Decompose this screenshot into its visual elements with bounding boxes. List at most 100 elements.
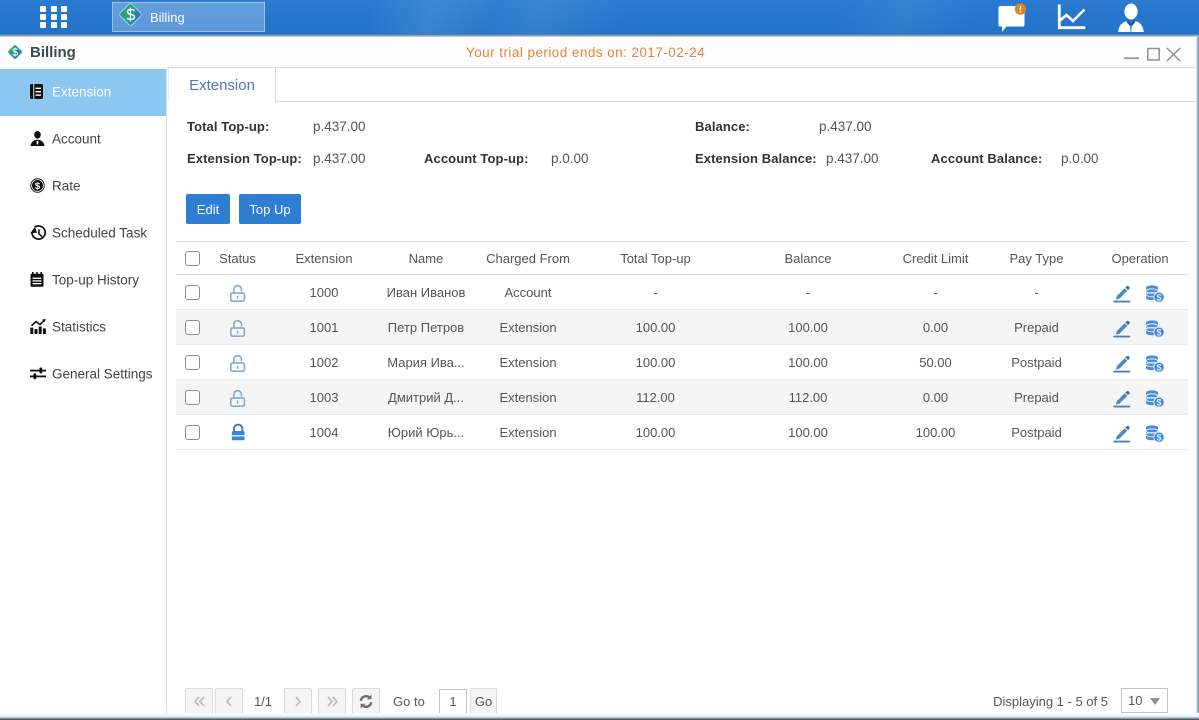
first-page-button[interactable] <box>185 688 213 715</box>
edit-icon[interactable] <box>1113 285 1132 303</box>
stat-value: p.437.00 <box>313 119 366 134</box>
column-header-balance: Balance <box>726 242 890 275</box>
column-header-credit-limit: Credit Limit <box>890 242 981 275</box>
top-up-icon[interactable]: $ <box>1146 425 1165 443</box>
top-up-icon[interactable]: $ <box>1146 355 1165 373</box>
rate-icon: $ <box>30 178 46 194</box>
sidebar-item-statistics[interactable]: Statistics <box>0 304 166 351</box>
svg-text:$: $ <box>1156 432 1162 442</box>
billing-diamond-icon-small <box>6 43 24 66</box>
cell-charged-from: Extension <box>471 310 585 345</box>
edit-button[interactable]: Edit <box>186 194 230 224</box>
window-controls <box>1124 39 1181 69</box>
bottom-edge <box>0 713 1199 720</box>
cell-balance: 100.00 <box>726 310 890 345</box>
topbar-billing-tab[interactable]: Billing <box>112 2 265 32</box>
close-icon[interactable] <box>1168 47 1181 62</box>
stat-value: p.437.00 <box>313 151 366 166</box>
sidebar-item-extension[interactable]: Extension <box>0 69 166 116</box>
cell-charged-from: Extension <box>471 345 585 380</box>
cell-total-top-up: 112.00 <box>585 380 726 415</box>
edit-icon[interactable] <box>1113 425 1132 443</box>
main-content: Extension Total Top-up:p.437.00Balance:p… <box>168 67 1199 713</box>
edit-icon[interactable] <box>1113 320 1132 338</box>
app-body: ExtensionAccount$RateScheduled TaskTop-u… <box>0 67 1199 713</box>
goto-page-input[interactable] <box>439 689 467 714</box>
top-up-button[interactable]: Top Up <box>239 194 301 224</box>
cell-name: Петр Петров <box>381 310 471 345</box>
top-up-icon[interactable]: $ <box>1146 390 1165 408</box>
column-header-status: Status <box>208 242 267 275</box>
statistics-icon <box>30 319 46 335</box>
sidebar: Extension Account $ Rate Scheduled Task Top-u… <box>0 67 167 713</box>
cell-total-top-up: 100.00 <box>585 415 726 450</box>
stat-value: p.437.00 <box>826 151 879 166</box>
next-page-button[interactable] <box>284 688 312 715</box>
sidebar-item-rate[interactable]: $ Rate <box>0 163 166 210</box>
apps-grid-icon[interactable] <box>40 6 68 28</box>
svg-text:!: ! <box>1019 5 1022 16</box>
prev-page-button[interactable] <box>215 688 243 715</box>
cell-total-top-up: - <box>585 275 726 310</box>
row-checkbox[interactable] <box>185 425 200 440</box>
extension-icon <box>30 84 46 100</box>
svg-text:$: $ <box>1156 292 1162 302</box>
cell-extension: 1000 <box>267 275 381 310</box>
select-all-checkbox[interactable] <box>185 251 200 266</box>
top-up-icon[interactable]: $ <box>1146 320 1165 338</box>
row-checkbox[interactable] <box>185 320 200 335</box>
cell-extension: 1004 <box>267 415 381 450</box>
cell-balance: 112.00 <box>726 380 890 415</box>
cell-total-top-up: 100.00 <box>585 310 726 345</box>
topbar-tab-label: Billing <box>150 10 185 25</box>
row-checkbox[interactable] <box>185 390 200 405</box>
go-button[interactable]: Go <box>470 688 497 715</box>
cell-name: Мария Ива... <box>381 345 471 380</box>
sidebar-item-scheduled-task[interactable]: Scheduled Task <box>0 210 166 257</box>
svg-text:$: $ <box>1156 362 1162 372</box>
column-header-name: Name <box>381 242 471 275</box>
goto-label: Go to <box>393 688 425 715</box>
select-all-header <box>176 242 208 275</box>
cell-pay-type: Prepaid <box>981 380 1092 415</box>
sidebar-item-label: Scheduled Task <box>52 226 147 241</box>
row-checkbox[interactable] <box>185 355 200 370</box>
page-size-select[interactable]: 10 <box>1121 688 1168 713</box>
last-page-button[interactable] <box>318 688 346 715</box>
sidebar-item-general-settings[interactable]: General Settings <box>0 351 166 398</box>
apps-grid-dot <box>51 14 57 20</box>
sidebar-item-top-up-history[interactable]: Top-up History <box>0 257 166 304</box>
cell-extension: 1002 <box>267 345 381 380</box>
refresh-button[interactable] <box>352 688 380 715</box>
sidebar-item-label: Rate <box>52 179 81 194</box>
sidebar-item-label: General Settings <box>52 367 153 382</box>
column-header-pay-type: Pay Type <box>981 242 1092 275</box>
edit-icon[interactable] <box>1113 390 1132 408</box>
chart-icon[interactable] <box>1049 0 1093 34</box>
cell-credit-limit: 0.00 <box>890 380 981 415</box>
chat-icon[interactable]: ! <box>990 0 1034 34</box>
svg-text:$: $ <box>1156 327 1162 337</box>
sidebar-item-account[interactable]: Account <box>0 116 166 163</box>
edit-icon[interactable] <box>1113 355 1132 373</box>
maximize-icon[interactable] <box>1147 47 1160 61</box>
table-row-1003: 1003Дмитрий Д...Extension112.00112.000.0… <box>176 380 1188 415</box>
tab-extension[interactable]: Extension <box>168 68 276 102</box>
cell-charged-from: Account <box>471 275 585 310</box>
stat-value: p.0.00 <box>1061 151 1099 166</box>
row-checkbox[interactable] <box>185 285 200 300</box>
top-up-icon[interactable]: $ <box>1146 285 1165 303</box>
apps-grid-dot <box>40 6 46 12</box>
account-icon <box>30 131 46 147</box>
cell-credit-limit: 100.00 <box>890 415 981 450</box>
minimize-icon[interactable] <box>1124 47 1139 61</box>
status-unlocked-icon <box>208 345 267 380</box>
cell-extension: 1003 <box>267 380 381 415</box>
apps-grid-dot <box>61 14 67 20</box>
svg-text:$: $ <box>1156 397 1162 407</box>
cell-balance: 100.00 <box>726 415 890 450</box>
user-icon[interactable] <box>1109 0 1153 34</box>
cell-credit-limit: 50.00 <box>890 345 981 380</box>
displaying-text: Displaying 1 - 5 of 5 <box>824 688 1108 715</box>
sidebar-item-label: Extension <box>52 85 111 100</box>
